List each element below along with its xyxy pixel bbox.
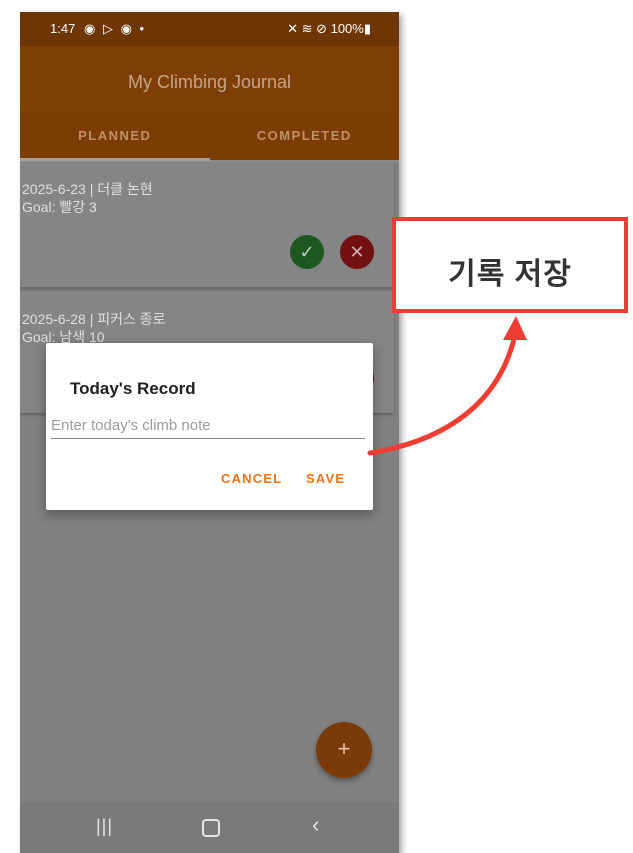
app-title: My Climbing Journal <box>127 72 292 92</box>
cancel-button[interactable]: CANCEL <box>221 471 282 486</box>
todays-record-dialog: Today's Record CANCEL SAVE <box>46 343 373 510</box>
status-time: 1:47 <box>50 21 76 36</box>
status-notification-icons: ◉ ▷ ◉ • <box>84 21 147 36</box>
climb-note-input[interactable] <box>51 412 365 439</box>
dialog-title: Today's Record <box>70 379 196 398</box>
callout-label: 기록 저장 <box>448 258 572 291</box>
arrow-head <box>503 316 527 340</box>
tab-bar: PLANNED COMPLETED <box>20 110 399 160</box>
phone-screen: 1:47 ◉ ▷ ◉ • ✕ ≋ ⊘ 100%▮ My Climbing Jou… <box>20 12 399 853</box>
navigation-bar: ||| ‹ <box>20 802 399 853</box>
status-system-icons: ✕ ≋ ⊘ 100%▮ <box>287 21 371 36</box>
recents-button[interactable]: ||| <box>96 816 113 837</box>
status-bar: 1:47 ◉ ▷ ◉ • ✕ ≋ ⊘ 100%▮ <box>20 12 399 46</box>
callout-box: 기록 저장 <box>392 217 628 313</box>
home-button[interactable] <box>202 819 220 837</box>
back-button[interactable]: ‹ <box>312 812 319 838</box>
app-bar: My Climbing Journal <box>20 46 399 110</box>
tab-completed[interactable]: COMPLETED <box>210 110 400 160</box>
save-button[interactable]: SAVE <box>306 471 345 486</box>
plus-icon: + <box>337 736 351 761</box>
add-climb-button[interactable]: + <box>316 722 372 778</box>
tab-planned[interactable]: PLANNED <box>20 110 210 160</box>
